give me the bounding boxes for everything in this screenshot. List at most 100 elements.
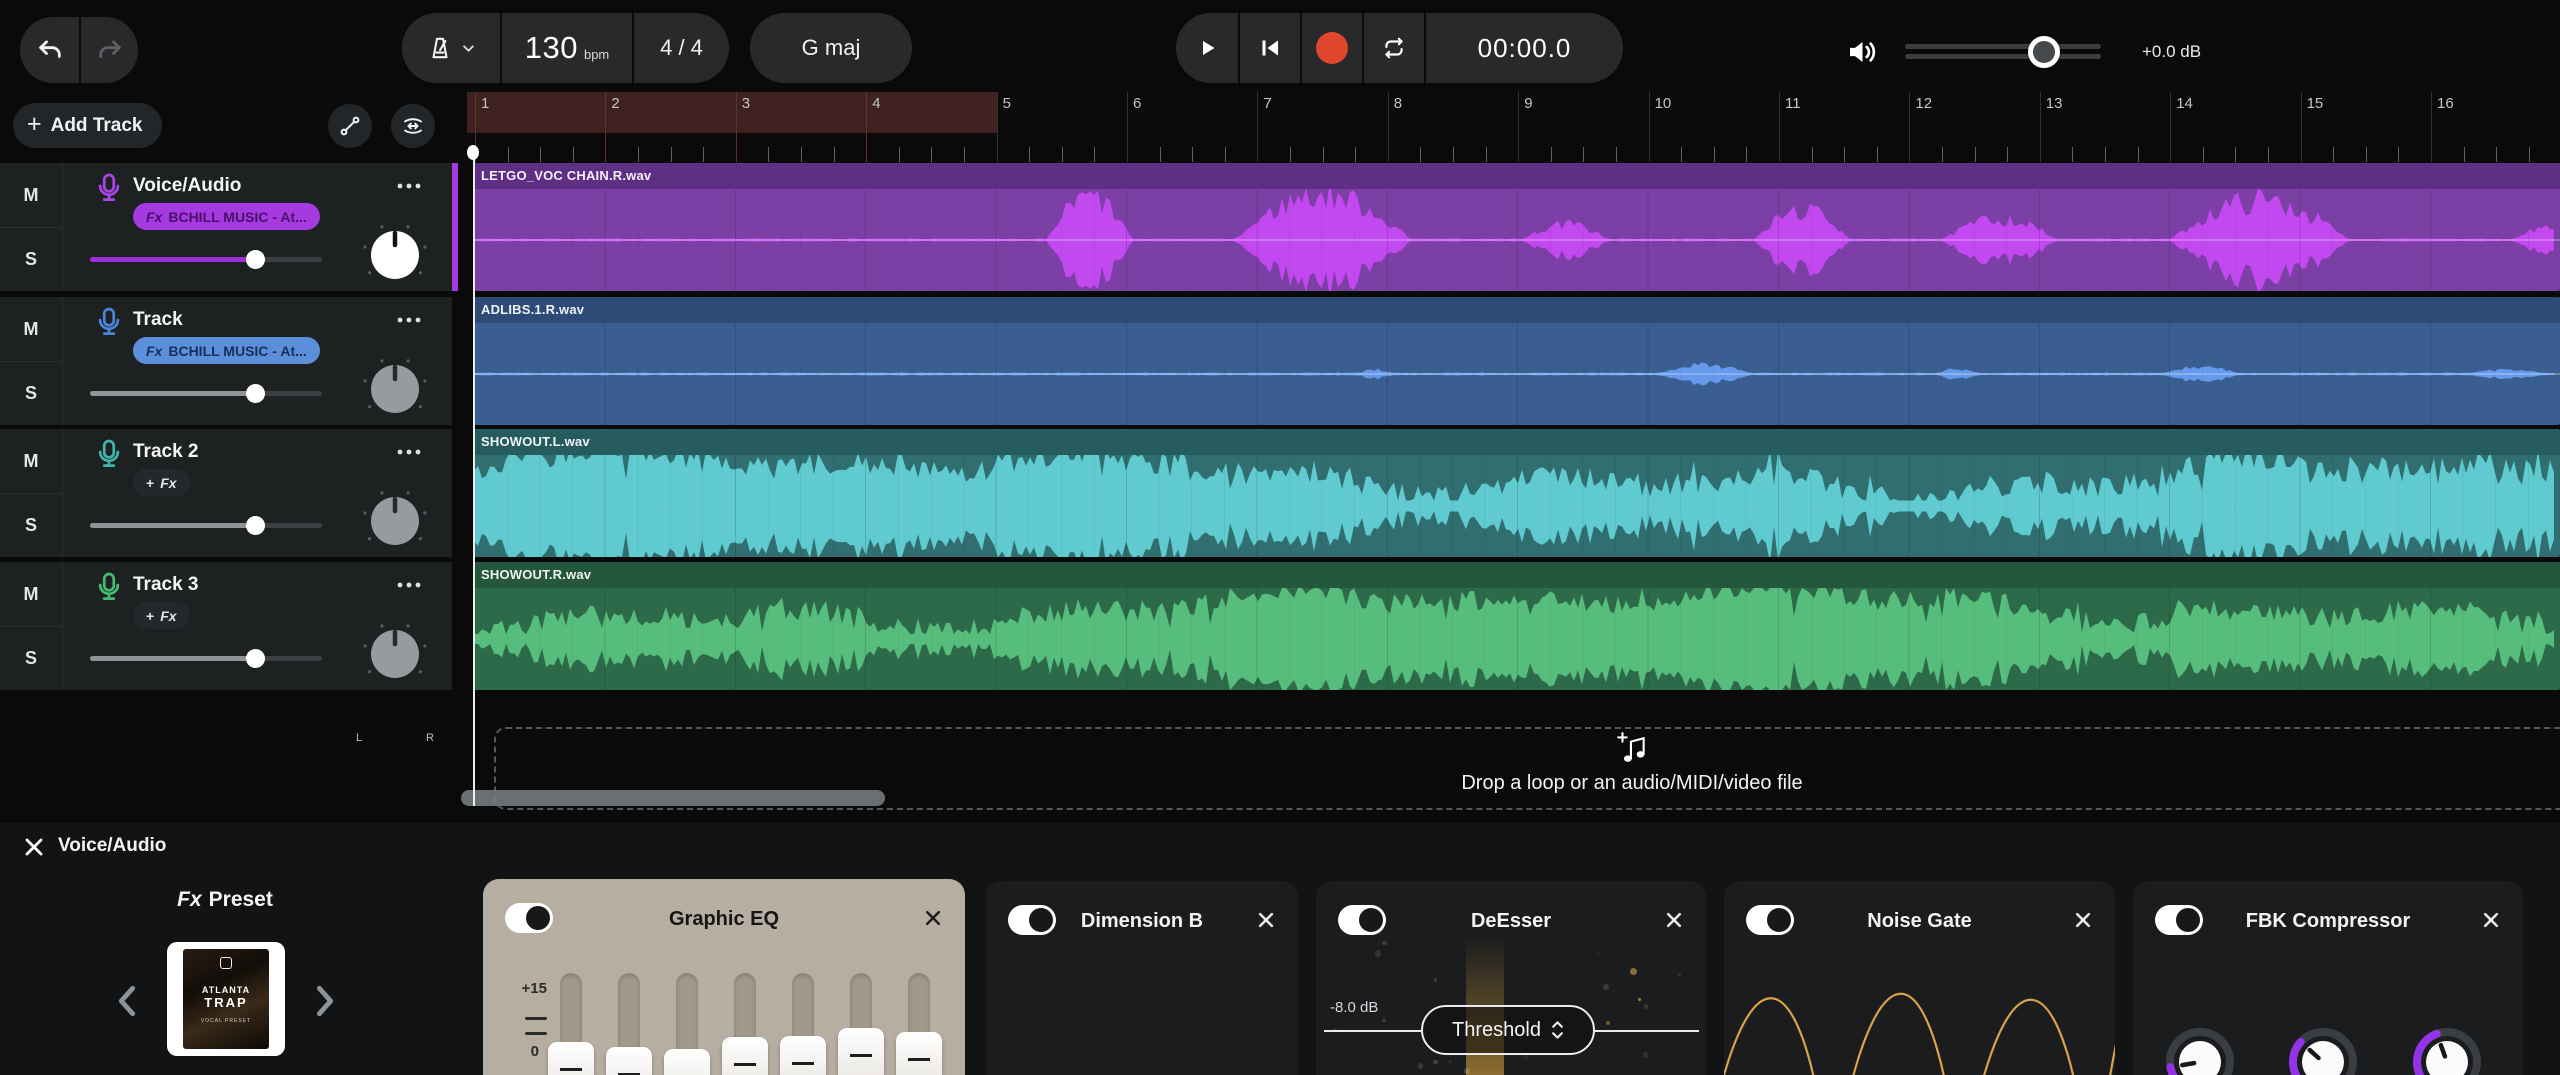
add-fx-badge[interactable]: +Fx: [133, 602, 190, 629]
loop-button[interactable]: [1362, 13, 1424, 83]
compressor-knob[interactable]: [2408, 1023, 2486, 1075]
metronome-button[interactable]: [402, 13, 500, 83]
ruler-tick: [1355, 147, 1356, 162]
track-volume-slider[interactable]: [90, 391, 322, 396]
track-volume-slider[interactable]: [90, 257, 322, 262]
deesser-param-selector[interactable]: Threshold: [1421, 1005, 1595, 1055]
ruler-tick: [1094, 147, 1095, 162]
pan-knob[interactable]: [352, 225, 438, 291]
solo-button[interactable]: S: [0, 626, 63, 690]
skip-to-start-button[interactable]: [1238, 13, 1300, 83]
deesser-remove-button[interactable]: [1658, 908, 1684, 934]
volume-slider-knob[interactable]: [2028, 36, 2060, 68]
fx-chain-badge[interactable]: FxBCHILL MUSIC - At...: [133, 203, 320, 230]
loop-region[interactable]: [467, 92, 997, 133]
speaker-icon: [1845, 37, 1885, 67]
pan-knob[interactable]: [352, 624, 438, 690]
pan-control[interactable]: LR: [352, 491, 438, 557]
audio-clip[interactable]: LETGO_VOC CHAIN.R.wav: [474, 163, 2560, 291]
play-button[interactable]: [1176, 13, 1238, 83]
volume-slider-track2[interactable]: [1905, 54, 2101, 59]
preset-prev-button[interactable]: [108, 980, 144, 1024]
track-menu-button[interactable]: [390, 173, 424, 197]
fx-preset-card[interactable]: ATLANTA TRAP VOCAL PRESET: [167, 942, 285, 1056]
playhead-marker[interactable]: [467, 145, 479, 160]
pan-knob[interactable]: [352, 359, 438, 425]
bar-number: 6: [1133, 95, 1141, 112]
pan-knob[interactable]: [352, 491, 438, 557]
record-button[interactable]: [1300, 13, 1362, 83]
track-menu-button[interactable]: [390, 307, 424, 331]
pan-control[interactable]: LR: [352, 624, 438, 690]
fx-panel-close-button[interactable]: [16, 833, 46, 863]
track-row[interactable]: MS Track 2 +Fx LR: [0, 429, 452, 557]
key-selector[interactable]: G maj: [750, 13, 912, 83]
audio-clip[interactable]: SHOWOUT.R.wav: [474, 562, 2560, 690]
slider-knob[interactable]: [246, 250, 265, 269]
mute-button[interactable]: M: [0, 297, 63, 362]
solo-button[interactable]: S: [0, 493, 63, 557]
horizontal-scrollbar[interactable]: [461, 790, 885, 806]
track-row[interactable]: MS Track FxBCHILL MUSIC - At... LR: [0, 297, 452, 425]
add-track-button[interactable]: + Add Track: [13, 103, 162, 148]
pan-control[interactable]: LR: [352, 359, 438, 425]
ruler-tick: [2366, 147, 2367, 162]
metronome-icon: [427, 35, 453, 61]
dimension-remove-button[interactable]: [1250, 908, 1276, 934]
slider-knob[interactable]: [246, 516, 265, 535]
gate-remove-button[interactable]: [2067, 908, 2093, 934]
mute-button[interactable]: M: [0, 562, 63, 627]
eq-slider-handle[interactable]: [548, 1042, 594, 1075]
eq-slider-handle[interactable]: [722, 1037, 768, 1075]
eq-slider-handle[interactable]: [606, 1047, 652, 1075]
preset-art-line1: ATLANTA: [202, 985, 250, 995]
ruler-tick: [2333, 147, 2334, 162]
fx-chain-badge[interactable]: FxBCHILL MUSIC - At...: [133, 337, 320, 364]
bar-line: [2431, 92, 2432, 162]
redo-button[interactable]: [79, 17, 138, 83]
add-fx-badge[interactable]: +Fx: [133, 469, 190, 496]
compressor-knob[interactable]: [2284, 1023, 2362, 1075]
track-row[interactable]: MS Voice/Audio FxBCHILL MUSIC - At... LR: [0, 163, 452, 291]
automation-button[interactable]: [328, 104, 372, 148]
track-volume-slider[interactable]: [90, 656, 322, 661]
track-name[interactable]: Track: [133, 309, 183, 331]
particle: [1644, 1004, 1648, 1008]
eq-remove-button[interactable]: [917, 906, 943, 932]
preset-next-button[interactable]: [306, 980, 342, 1024]
track-name[interactable]: Track 2: [133, 441, 199, 463]
undo-button[interactable]: [20, 17, 79, 83]
slider-knob[interactable]: [246, 384, 265, 403]
track-name[interactable]: Track 3: [133, 574, 199, 596]
eq-slider-handle[interactable]: [664, 1049, 710, 1075]
eq-slider-handle[interactable]: [896, 1032, 942, 1075]
track-name[interactable]: Voice/Audio: [133, 175, 241, 197]
mute-button[interactable]: M: [0, 163, 63, 228]
eq-slider-handle[interactable]: [780, 1036, 826, 1075]
timeline-ruler[interactable]: 1234567891011121314151617: [460, 90, 2560, 163]
pan-control[interactable]: LR: [352, 225, 438, 291]
compressor-knob[interactable]: [2161, 1023, 2239, 1075]
time-display[interactable]: 00:00.0: [1424, 13, 1623, 83]
solo-button[interactable]: S: [0, 227, 63, 291]
audio-clip[interactable]: SHOWOUT.L.wav: [474, 429, 2560, 557]
fx-chain-name: BCHILL MUSIC - At...: [168, 209, 306, 225]
bpm-unit-label: bpm: [584, 47, 609, 62]
track-menu-button[interactable]: [390, 439, 424, 463]
eq-slider-handle[interactable]: [838, 1028, 884, 1075]
time-signature-field[interactable]: 4 / 4: [632, 13, 729, 83]
playhead-line[interactable]: [473, 150, 475, 806]
ruler-tick: [1714, 147, 1715, 162]
volume-slider-track[interactable]: [1905, 44, 2101, 49]
ruler-tick: [1290, 147, 1291, 162]
bpm-field[interactable]: 130 bpm: [500, 13, 632, 83]
mute-button[interactable]: M: [0, 429, 63, 494]
solo-button[interactable]: S: [0, 361, 63, 425]
slider-knob[interactable]: [246, 649, 265, 668]
compressor-remove-button[interactable]: [2475, 908, 2501, 934]
track-row[interactable]: MS Track 3 +Fx LR: [0, 562, 452, 690]
audio-clip[interactable]: ADLIBS.1.R.wav: [474, 297, 2560, 425]
track-volume-slider[interactable]: [90, 523, 322, 528]
time-stretch-button[interactable]: [391, 104, 435, 148]
track-menu-button[interactable]: [390, 572, 424, 596]
